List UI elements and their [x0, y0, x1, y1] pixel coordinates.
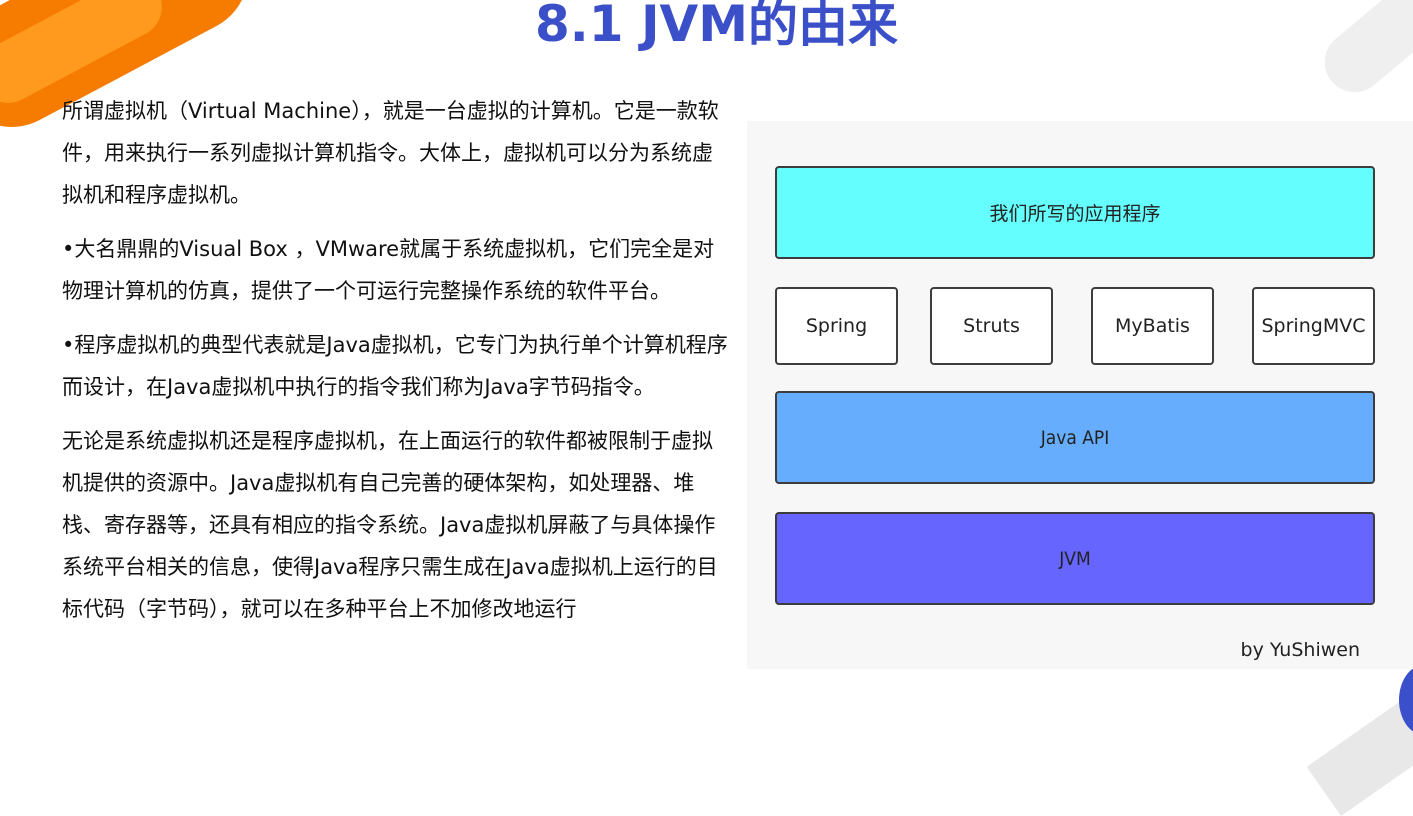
grey-corner-decoration	[1306, 698, 1413, 816]
app-layer: 我们所写的应用程序	[775, 166, 1375, 259]
slide-title: 8.1 JVM的由来	[534, 0, 899, 53]
framework-struts: Struts	[930, 287, 1053, 365]
diagram-author: by YuShiwen	[1240, 639, 1360, 661]
jvm-architecture-diagram: 我们所写的应用程序 Spring Struts MyBatis SpringMV…	[747, 121, 1413, 669]
java-api-layer: Java API	[775, 391, 1375, 484]
paragraph-summary: 无论是系统虚拟机还是程序虚拟机，在上面运行的软件都被限制于虚拟机提供的资源中。J…	[62, 429, 718, 621]
paragraph-intro: 所谓虚拟机（Virtual Machine），就是一台虚拟的计算机。它是一款软件…	[62, 99, 719, 207]
framework-springmvc: SpringMVC	[1252, 287, 1375, 365]
body-text: 所谓虚拟机（Virtual Machine），就是一台虚拟的计算机。它是一款软件…	[62, 90, 732, 642]
framework-spring: Spring	[775, 287, 898, 365]
jvm-layer: JVM	[775, 512, 1375, 605]
framework-mybatis: MyBatis	[1091, 287, 1214, 365]
paragraph-system-vm: •大名鼎鼎的Visual Box ，VMware就属于系统虚拟机，它们完全是对物…	[62, 237, 715, 303]
paragraph-program-vm: •程序虚拟机的典型代表就是Java虚拟机，它专门为执行单个计算机程序而设计，在J…	[62, 333, 728, 399]
